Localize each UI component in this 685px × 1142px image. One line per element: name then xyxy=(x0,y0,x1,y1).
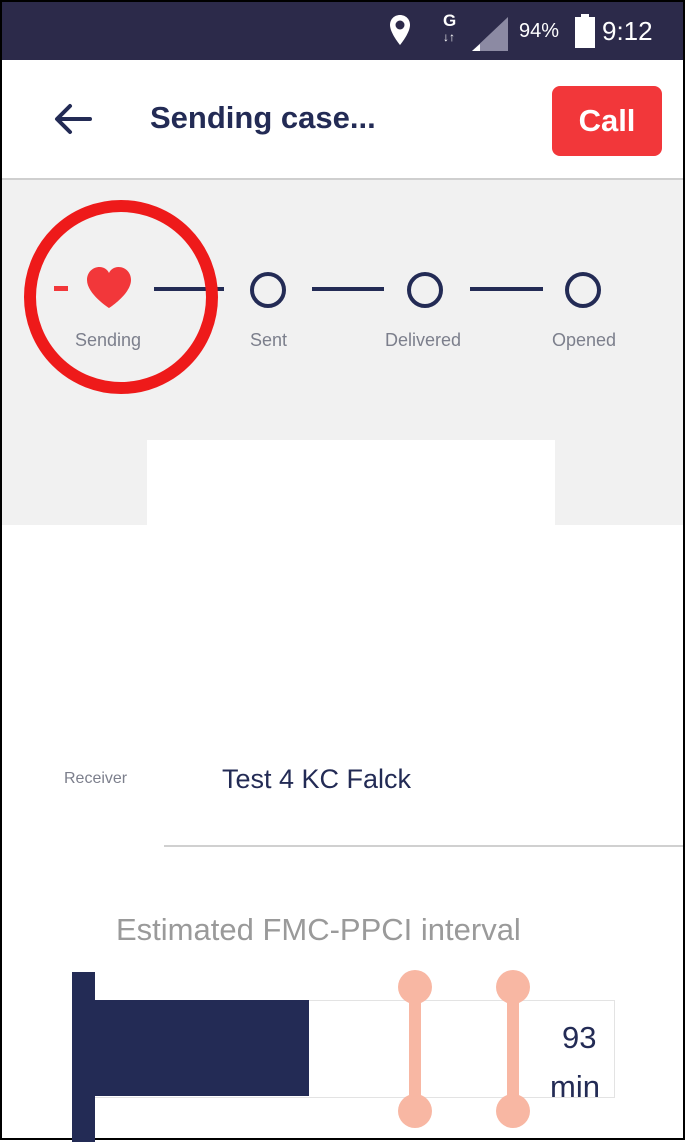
location-pin-icon xyxy=(390,15,410,45)
back-arrow-icon[interactable] xyxy=(50,96,96,142)
network-type: G xyxy=(443,11,457,30)
receiver-label: Receiver xyxy=(64,770,128,787)
status-bar: G ↓↑ 94% 9:12 xyxy=(2,2,683,60)
battery-percent: 94% xyxy=(519,20,560,42)
status-card xyxy=(147,440,555,530)
step-circle-opened xyxy=(565,272,601,308)
call-button[interactable]: Call xyxy=(552,86,662,156)
step-label-sent: Sent xyxy=(250,330,288,350)
battery-icon xyxy=(575,14,595,48)
step-label-delivered: Delivered xyxy=(385,330,462,350)
page-title: Sending case... xyxy=(150,100,376,135)
interval-title: Estimated FMC-PPCI interval xyxy=(116,912,521,947)
interval-axis-bar xyxy=(72,972,95,1142)
interval-fill-bar xyxy=(95,1000,309,1096)
signal-icon xyxy=(472,17,508,51)
target-marker-stem xyxy=(507,987,519,1107)
target-marker-bottom xyxy=(496,1094,530,1128)
receiver-value: Test 4 KC Falck xyxy=(222,764,412,794)
data-arrows-icon: ↓↑ xyxy=(443,30,455,44)
divider xyxy=(164,845,683,847)
target-marker-stem xyxy=(409,987,421,1107)
clock: 9:12 xyxy=(602,16,653,46)
step-circle-sent xyxy=(250,272,286,308)
connector-line xyxy=(470,287,543,291)
connector-line xyxy=(312,287,384,291)
step-label-opened: Opened xyxy=(552,330,617,350)
highlight-ring xyxy=(24,200,218,394)
interval-value: 93 xyxy=(562,1020,597,1055)
step-circle-delivered xyxy=(407,272,443,308)
target-marker-bottom xyxy=(398,1094,432,1128)
interval-unit: min xyxy=(550,1069,600,1104)
app-header: Sending case... Call xyxy=(2,60,683,180)
